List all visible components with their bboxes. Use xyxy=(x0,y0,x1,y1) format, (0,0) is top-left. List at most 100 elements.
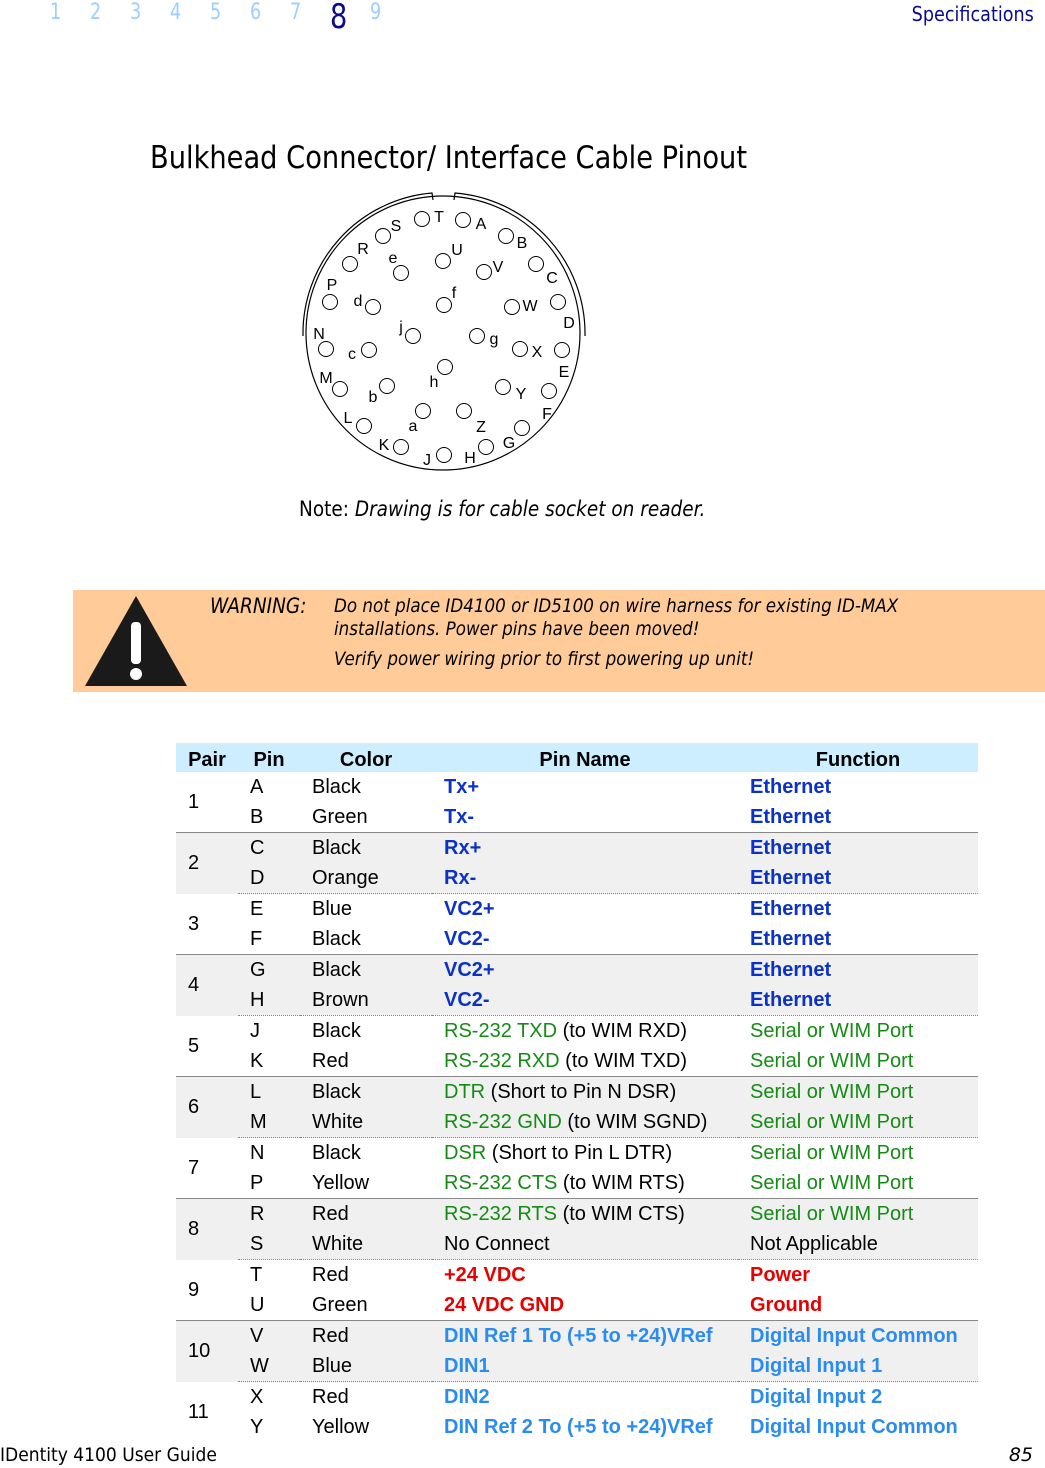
pin-name-cell: DIN2 xyxy=(432,1382,738,1413)
table-row: 8 R Red RS-232 RTS (to WIM CTS) Serial or WI… xyxy=(176,1198,978,1260)
pin-socket-g xyxy=(469,328,485,344)
pin-socket-f xyxy=(436,297,452,313)
pin-label: D xyxy=(563,315,575,332)
pin-socket-R xyxy=(342,256,358,272)
pin-cell: T xyxy=(250,1264,263,1286)
color-cell: Blue xyxy=(300,1351,432,1382)
function-cell: Ethernet xyxy=(738,863,978,894)
table-row: P Yellow RS-232 CTS (to WIM RTS) Serial or … xyxy=(176,1168,978,1199)
pin-name-cell: Tx+ xyxy=(432,772,738,802)
table-row: D Orange Rx- Ethernet xyxy=(176,863,978,894)
pin-cell: L xyxy=(238,1076,300,1107)
color-cell: Blue xyxy=(312,898,353,920)
pin-socket-e xyxy=(393,265,409,281)
pin-label: B xyxy=(517,235,528,252)
pair-cell: 4 xyxy=(176,954,238,1016)
pin-name-cell: RS-232 CTS (to WIM RTS) xyxy=(432,1168,738,1199)
pair-cell: 2 xyxy=(176,832,238,894)
pin-label: K xyxy=(379,437,390,454)
function-cell: Ground xyxy=(750,1294,823,1316)
footer-title: IDentity 4100 User Guide xyxy=(0,1444,217,1466)
pin-socket-V xyxy=(476,264,492,280)
color-cell: White xyxy=(300,1229,432,1260)
pin-label: T xyxy=(434,209,444,226)
header-color: Color xyxy=(300,743,432,772)
color-cell: Red xyxy=(300,1198,432,1229)
pin-label: E xyxy=(559,364,570,381)
function-cell: Serial or WIM Port xyxy=(750,1050,914,1072)
pin-name-cell: DSR (Short to Pin L DTR) xyxy=(432,1138,738,1169)
function-cell: Serial or WIM Port xyxy=(750,1020,914,1042)
pin-socket-b xyxy=(379,378,395,394)
pin-name: VC2- xyxy=(444,989,490,1011)
pin-socket-d xyxy=(365,299,381,315)
pin-name-cell: DIN Ref 2 To (+5 to +24)VRef xyxy=(432,1412,738,1442)
table-row: U Green 24 VDC GND Ground xyxy=(176,1290,978,1321)
pin-name: No Connect xyxy=(444,1233,550,1255)
color-cell: Green xyxy=(312,806,368,828)
table-row: 5 J Black RS-232 TXD (to WIM RXD) Serial or … xyxy=(176,1016,978,1057)
warning-line: Do not place ID4100 or ID5100 on wire ha… xyxy=(334,595,899,617)
connector-shell-left xyxy=(302,192,434,337)
table-row: Y Yellow DIN Ref 2 To (+5 to +24)VRef Digit… xyxy=(176,1412,978,1442)
pin-name: Rx- xyxy=(444,867,477,889)
pin-name-cell: VC2- xyxy=(432,924,738,955)
pin-name: RS-232 CTS xyxy=(444,1172,558,1194)
pin-name-cell: No Connect xyxy=(432,1229,738,1260)
header-pair: Pair xyxy=(176,743,238,772)
table-row: M White RS-232 GND (to WIM SGND) Serial or … xyxy=(176,1107,978,1138)
pin-name: Tx+ xyxy=(444,776,480,798)
pin-label: f xyxy=(452,285,457,302)
pin-label: j xyxy=(398,319,403,336)
pin-name: DIN2 xyxy=(444,1386,490,1408)
pin-label: C xyxy=(546,270,558,287)
pin-label: e xyxy=(389,250,398,267)
function-cell: Serial or WIM Port xyxy=(750,1172,914,1194)
pin-label: c xyxy=(348,346,356,363)
color-cell: Brown xyxy=(300,985,432,1016)
function-cell: Digital Input Common xyxy=(750,1416,958,1438)
pin-socket-X xyxy=(512,341,528,357)
pin-label: N xyxy=(313,326,325,343)
pin-socket-Z xyxy=(456,403,472,419)
function-cell: Ethernet xyxy=(738,954,978,985)
function-cell: Serial or WIM Port xyxy=(738,1107,978,1138)
color-cell: Red xyxy=(312,1050,349,1072)
pin-name-note: (to WIM TXD) xyxy=(559,1050,688,1072)
pin-label: U xyxy=(451,242,463,259)
function-cell: Digital Input Common xyxy=(738,1320,978,1351)
pair-cell: 10 xyxy=(176,1320,238,1382)
pin-socket-J xyxy=(436,447,452,463)
pin-name: VC2+ xyxy=(444,898,495,920)
pin-name: RS-232 GND xyxy=(444,1111,562,1133)
pin-name-note: (to WIM SGND) xyxy=(561,1111,708,1133)
pin-label: J xyxy=(423,452,431,469)
pin-cell: E xyxy=(250,898,264,920)
pin-name-note: (to WIM RTS) xyxy=(557,1172,685,1194)
table-row: 11 X Red DIN2 Digital Input 2 xyxy=(176,1382,978,1423)
pin-cell: Y xyxy=(250,1416,264,1438)
pin-name-cell: 24 VDC GND xyxy=(432,1290,738,1321)
pin-name: RS-232 RTS xyxy=(444,1203,558,1225)
pin-name: DIN Ref 1 To (+5 to +24)VRef xyxy=(444,1325,713,1347)
pin-label: A xyxy=(476,216,487,233)
pin-name-cell: DIN Ref 1 To (+5 to +24)VRef xyxy=(432,1320,738,1351)
pin-label: S xyxy=(391,218,402,235)
function-cell: Serial or WIM Port xyxy=(738,1076,978,1107)
function-cell: Ethernet xyxy=(750,776,832,798)
pin-label: V xyxy=(493,259,504,276)
table-row: 10 V Red DIN Ref 1 To (+5 to +24)VRef Digita… xyxy=(176,1320,978,1382)
table-row: H Brown VC2- Ethernet xyxy=(176,985,978,1016)
connector-diagram: T A S B Re U V C Pd f W D Nc j g XE Mb h YF L a ZG K J H xyxy=(302,192,586,471)
pin-label: Z xyxy=(476,419,486,436)
pair-cell: 5 xyxy=(188,1034,200,1057)
pin-name-cell: Rx+ xyxy=(432,832,738,863)
pin-name: VC2+ xyxy=(444,959,495,981)
pair-cell: 6 xyxy=(176,1076,238,1138)
pin-socket-h xyxy=(437,359,453,375)
pin-label: H xyxy=(464,450,476,467)
pin-cell: A xyxy=(250,776,264,798)
color-cell: Orange xyxy=(300,863,432,894)
table-row: F Black VC2- Ethernet xyxy=(176,924,978,955)
pin-label: b xyxy=(369,389,378,406)
